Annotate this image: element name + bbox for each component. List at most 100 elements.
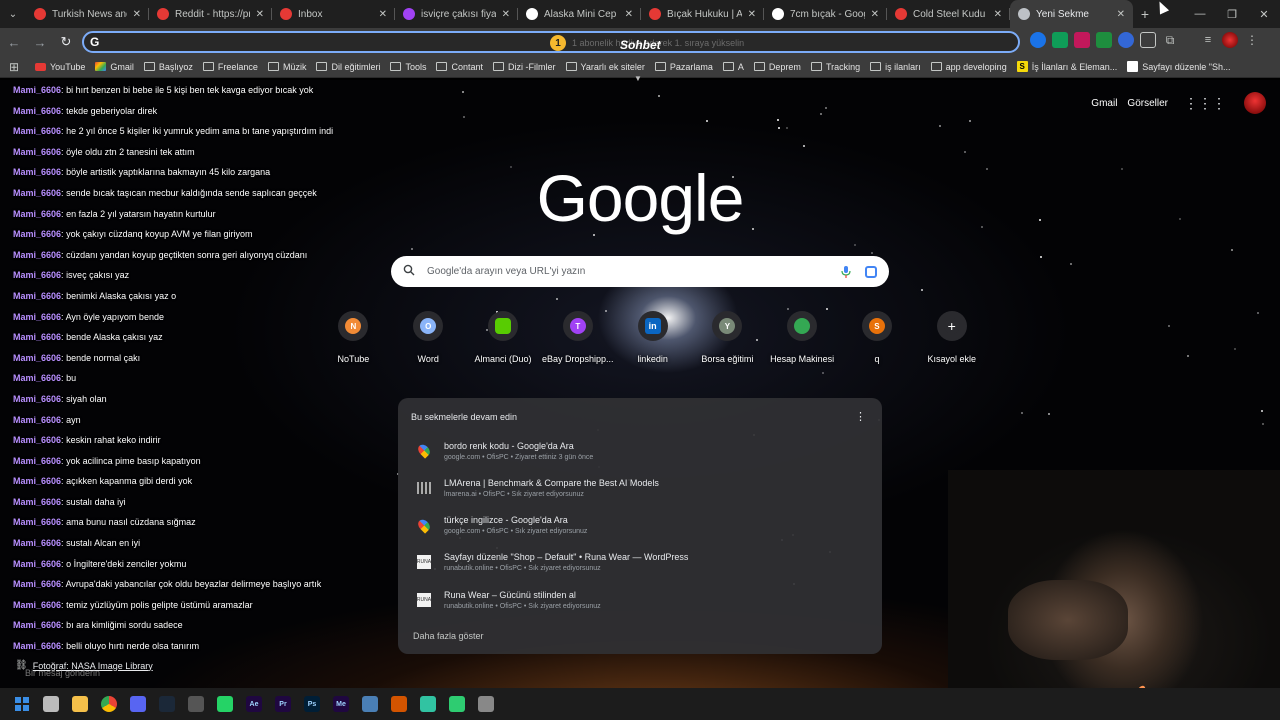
- continue-tab-item[interactable]: türkçe ingilizce - Google'da Ara google.c…: [408, 509, 872, 542]
- kebab-menu-icon[interactable]: ⋮: [1244, 32, 1260, 48]
- profile-avatar[interactable]: [1222, 32, 1238, 48]
- bookmark-3[interactable]: Başlıyoz: [139, 56, 198, 77]
- microphone-icon[interactable]: [841, 265, 851, 278]
- window-controls: — ❐ ✕: [1184, 0, 1280, 28]
- reload-icon[interactable]: ↻: [54, 30, 78, 54]
- shortcut-6[interactable]: Y Borsa eğitimi: [690, 310, 765, 364]
- bookmark-17[interactable]: S İş İlanları & Eleman...: [1012, 56, 1123, 77]
- bookmark-18[interactable]: Sayfayı düzenle "Sh...: [1122, 56, 1235, 77]
- show-more-link[interactable]: Daha fazla göster: [413, 631, 484, 641]
- game-icon[interactable]: [445, 692, 469, 716]
- close-tab-icon[interactable]: ✕: [994, 9, 1002, 20]
- close-tab-icon[interactable]: ✕: [748, 9, 756, 20]
- shortcut-5[interactable]: in linkedin: [615, 310, 690, 364]
- gear-icon[interactable]: [474, 692, 498, 716]
- shortcut-3[interactable]: Almanci (Duo): [466, 310, 541, 364]
- media-encoder-icon[interactable]: Me: [329, 692, 353, 716]
- clock-app-icon[interactable]: [184, 692, 208, 716]
- tab-6[interactable]: Bıçak Hukuku | Ankar ✕: [641, 0, 764, 28]
- after-effects-icon[interactable]: Ae: [242, 692, 266, 716]
- extension-icon[interactable]: [1118, 32, 1134, 48]
- bookmark-9[interactable]: Dizi -Filmler: [488, 56, 561, 77]
- extension-icon[interactable]: [1140, 32, 1156, 48]
- bookmark-1[interactable]: YouTube: [30, 56, 90, 77]
- settings-app-icon[interactable]: [358, 692, 382, 716]
- close-tab-icon[interactable]: ✕: [256, 9, 264, 20]
- shortcut-9[interactable]: + Kısayol ekle: [914, 310, 989, 364]
- shortcut-7[interactable]: Hesap Makinesi: [765, 310, 840, 364]
- minimize-icon[interactable]: —: [1184, 0, 1216, 28]
- discord-icon[interactable]: [126, 692, 150, 716]
- premiere-icon[interactable]: Pr: [271, 692, 295, 716]
- close-window-icon[interactable]: ✕: [1248, 0, 1280, 28]
- tab-7[interactable]: 7cm bıçak - Google'd ✕: [764, 0, 887, 28]
- continue-tab-item[interactable]: bordo renk kodu - Google'da Ara google.co…: [408, 434, 872, 467]
- windows-start-icon[interactable]: [10, 692, 34, 716]
- close-tab-icon[interactable]: ✕: [1117, 9, 1125, 20]
- images-link[interactable]: Görseller: [1127, 98, 1168, 109]
- extension-icon[interactable]: [1030, 32, 1046, 48]
- tab-3[interactable]: Inbox ✕: [272, 0, 395, 28]
- bookmark-11[interactable]: Pazarlama: [650, 56, 718, 77]
- shortcut-2[interactable]: O Word: [391, 310, 466, 364]
- close-tab-icon[interactable]: ✕: [379, 9, 387, 20]
- tab-4[interactable]: isviçre çakısı fiyat - G ✕: [395, 0, 518, 28]
- puzzle-extensions-icon[interactable]: ⧉: [1162, 32, 1178, 48]
- bookmark-2[interactable]: Gmail: [90, 56, 139, 77]
- maximize-icon[interactable]: ❐: [1216, 0, 1248, 28]
- search-input[interactable]: [427, 266, 841, 277]
- omnibox[interactable]: G 1 1 abonelik hediye ederek 1. sıraya y…: [82, 31, 1020, 53]
- whatsapp-icon[interactable]: [213, 692, 237, 716]
- bookmark-5[interactable]: Müzik: [263, 56, 312, 77]
- bookmark-16[interactable]: app developing: [926, 56, 1012, 77]
- task-view-icon[interactable]: [39, 692, 63, 716]
- bookmark-14[interactable]: Tracking: [806, 56, 865, 77]
- bookmark-15[interactable]: iş ilanları: [865, 56, 926, 77]
- shortcut-8[interactable]: Sq: [840, 310, 915, 364]
- bookmark-13[interactable]: Deprem: [749, 56, 806, 77]
- close-tab-icon[interactable]: ✕: [133, 9, 141, 20]
- apps-grid-icon[interactable]: ⊞: [6, 59, 22, 75]
- account-avatar[interactable]: [1244, 92, 1266, 114]
- photoshop-icon[interactable]: Ps: [300, 692, 324, 716]
- continue-tab-item[interactable]: LMArena | Benchmark & Compare the Best A…: [408, 471, 872, 504]
- search-box[interactable]: [391, 256, 889, 287]
- bookmark-4[interactable]: Freelance: [198, 56, 263, 77]
- chrome-icon[interactable]: [97, 692, 121, 716]
- tab-5[interactable]: Alaska Mini Cep Çakı ✕: [518, 0, 641, 28]
- close-tab-icon[interactable]: ✕: [502, 9, 510, 20]
- file-explorer-icon[interactable]: [68, 692, 92, 716]
- close-tab-icon[interactable]: ✕: [871, 9, 879, 20]
- close-tab-icon[interactable]: ✕: [625, 9, 633, 20]
- card-menu-icon[interactable]: ⋮: [855, 410, 866, 423]
- continue-tab-item[interactable]: RUNA Runa Wear – Gücünü stilinden al runab…: [408, 583, 872, 616]
- tab-9[interactable]: Yeni Sekme ✕: [1010, 0, 1133, 28]
- extension-icon[interactable]: [1096, 32, 1112, 48]
- streamlabs-icon[interactable]: [416, 692, 440, 716]
- shortcut-favicon-icon: [494, 318, 511, 334]
- reading-list-icon[interactable]: ≡: [1200, 32, 1216, 48]
- google-apps-icon[interactable]: ⋮⋮⋮: [1184, 95, 1226, 112]
- bookmark-8[interactable]: Contant: [431, 56, 488, 77]
- chat-input-placeholder[interactable]: Bir mesaj gönderin: [25, 668, 100, 678]
- sheets-extension-icon[interactable]: [1052, 32, 1068, 48]
- forward-icon[interactable]: →: [28, 30, 52, 54]
- shortcut-4[interactable]: TeBay Dropshipp...: [540, 310, 615, 364]
- tab-8[interactable]: Cold Steel Kudu Oka ✕: [887, 0, 1010, 28]
- tab-search-icon[interactable]: ⌄: [0, 0, 26, 28]
- bookmark-12[interactable]: A: [718, 56, 749, 77]
- new-tab-button[interactable]: +: [1133, 0, 1157, 28]
- bookmark-6[interactable]: Dil eğitimleri: [311, 56, 385, 77]
- tab-2[interactable]: Reddit - https://previ ✕: [149, 0, 272, 28]
- obs-icon[interactable]: [387, 692, 411, 716]
- steam-icon[interactable]: [155, 692, 179, 716]
- tab-1[interactable]: Turkish News and Di ✕: [26, 0, 149, 28]
- back-icon[interactable]: ←: [2, 30, 26, 54]
- google-lens-icon[interactable]: [865, 265, 877, 278]
- continue-tab-item[interactable]: RUNA Sayfayı düzenle "Shop – Default" • R…: [408, 546, 872, 579]
- extension-icon[interactable]: [1074, 32, 1090, 48]
- collapse-chevron-icon[interactable]: ▼: [634, 74, 642, 83]
- gmail-link[interactable]: Gmail: [1091, 98, 1117, 109]
- shortcut-1[interactable]: N NoTube: [316, 310, 391, 364]
- bookmark-7[interactable]: Tools: [385, 56, 431, 77]
